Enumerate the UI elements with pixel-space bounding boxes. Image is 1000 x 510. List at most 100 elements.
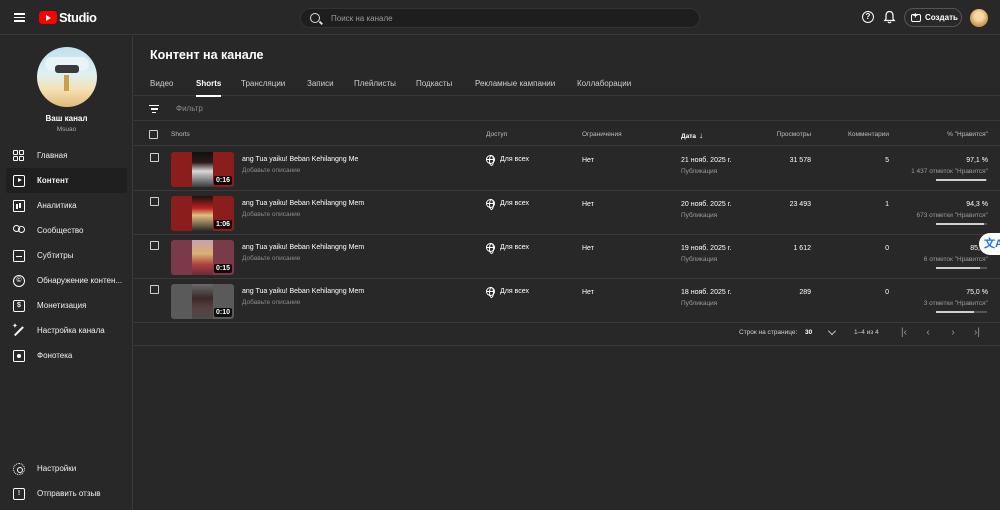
video-thumbnail[interactable]: 0:16 [171,152,234,187]
sidebar-item-analytics[interactable]: Аналитика [0,193,133,218]
visibility-label: Для всех [500,288,529,295]
rows-per-page-value[interactable]: 30 [805,329,812,336]
sidebar-item-subtitles[interactable]: Субтитры [0,243,133,268]
table-row[interactable]: 0:10 ang Tua yaiku! Beban Kehilangng Mem… [134,279,1000,323]
last-page-icon[interactable]: ›| [971,327,983,339]
search-bar[interactable] [300,8,700,28]
next-page-icon[interactable]: › [947,327,959,339]
sidebar-item-content-detection[interactable]: © Обнаружение контен... [0,268,133,293]
column-likes[interactable]: % "Нравится" [947,131,988,138]
account-avatar[interactable] [970,9,988,27]
likes-count: 673 отметки "Нравится" [916,212,988,219]
search-input[interactable] [331,12,691,24]
sidebar-item-label: Настройки [37,464,77,473]
publish-date: 20 нояб. 2025 г. [681,201,732,208]
menu-icon[interactable] [14,13,25,22]
comments-count: 0 [885,245,889,252]
sidebar-item-label: Сообщество [37,226,84,235]
channel-name[interactable]: Ваш канал [0,114,133,123]
table-row[interactable]: 0:15 ang Tua yaiku! Beban Kehilangng Mem… [134,235,1000,279]
channel-avatar[interactable] [37,47,97,107]
column-access[interactable]: Доступ [486,131,507,138]
video-title[interactable]: ang Tua yaiku! Beban Kehilangng Me [242,156,358,163]
logo-text: Studio [59,10,97,25]
feedback-icon: ! [13,487,25,500]
video-thumbnail[interactable]: 1:06 [171,196,234,231]
column-views[interactable]: Просмотры [777,131,811,138]
video-title[interactable]: ang Tua yaiku! Beban Kehilangng Mem [242,244,364,251]
visibility-selector[interactable]: Для всех [486,287,529,298]
visibility-label: Для всех [500,156,529,163]
filter-bar [134,97,1000,121]
sidebar-item-monetization[interactable]: $ Монетизация [0,293,133,318]
publish-date: 21 нояб. 2025 г. [681,157,732,164]
visibility-selector[interactable]: Для всех [486,155,529,166]
sidebar-item-label: Монетизация [37,301,87,310]
tab-playlists[interactable]: Плейлисты [354,79,396,88]
tab-shorts[interactable]: Shorts [196,79,222,97]
dashboard-icon [13,149,25,162]
column-date[interactable]: Дата ↓ [681,131,703,140]
sidebar-item-community[interactable]: Сообщество [0,218,133,243]
video-description: Добавьте описание [242,211,301,218]
table-row[interactable]: 1:06 ang Tua yaiku! Beban Kehilangng Mem… [134,191,1000,235]
visibility-selector[interactable]: Для всех [486,243,529,254]
video-thumbnail[interactable]: 0:10 [171,284,234,319]
channel-handle: Msuao [56,126,77,133]
translate-icon[interactable]: 文A [979,233,1000,255]
visibility-label: Для всех [500,200,529,207]
video-title[interactable]: ang Tua yaiku! Beban Kehilangng Mem [242,288,364,295]
sidebar-item-settings[interactable]: Настройки [0,456,133,481]
rows-per-page-label: Строк на странице: [739,329,798,336]
row-checkbox[interactable] [150,241,159,250]
sidebar-item-content[interactable]: Контент [6,168,127,193]
comments-count: 5 [885,157,889,164]
create-button[interactable]: Создать [904,8,962,27]
publish-status: Публикация [681,212,718,219]
filter-icon[interactable] [149,105,159,113]
tab-podcasts[interactable]: Подкасты [416,79,452,88]
row-checkbox[interactable] [150,197,159,206]
sidebar-item-dashboard[interactable]: Главная [0,143,133,168]
page-title: Контент на канале [150,48,264,62]
tab-videos[interactable]: Видео [150,79,173,88]
help-icon[interactable]: ? [862,11,874,23]
studio-logo[interactable]: Studio [39,10,97,25]
filter-input[interactable] [176,104,476,113]
video-thumbnail[interactable]: 0:15 [171,240,234,275]
column-restrictions[interactable]: Ограничения [582,131,622,138]
content-tabs: Видео Shorts Трансляции Записи Плейлисты… [134,72,1000,97]
row-checkbox[interactable] [150,285,159,294]
sidebar-item-audio-library[interactable]: Фонотека [0,343,133,368]
sidebar-item-customization[interactable]: Настройка канала [0,318,133,343]
tab-collaborations[interactable]: Коллаборации [577,79,631,88]
table-row[interactable]: 0:16 ang Tua yaiku! Beban Kehilangng Me … [134,147,1000,191]
sidebar-item-label: Отправить отзыв [37,489,101,498]
select-all-checkbox[interactable] [149,130,158,139]
visibility-selector[interactable]: Для всех [486,199,529,210]
bell-icon[interactable] [883,10,896,24]
first-page-icon[interactable]: |‹ [898,327,910,339]
search-icon[interactable] [310,13,320,23]
sidebar-item-label: Аналитика [37,201,77,210]
restrictions-value: Нет [582,289,594,296]
tab-ad-campaigns[interactable]: Рекламные кампании [475,79,555,88]
tab-recordings[interactable]: Записи [307,79,334,88]
pagination: Строк на странице: 30 1–4 из 4 |‹ ‹ › ›| [134,322,1000,346]
chevron-down-icon[interactable] [828,327,836,335]
likes-ratio-bar [936,223,987,225]
sidebar-item-feedback[interactable]: ! Отправить отзыв [0,481,133,506]
video-description: Добавьте описание [242,299,301,306]
row-checkbox[interactable] [150,153,159,162]
sidebar-item-label: Главная [37,151,68,160]
video-duration: 0:15 [213,264,232,273]
column-comments[interactable]: Комментарии [848,131,889,138]
likes-percent: 94,3 % [966,201,988,208]
prev-page-icon[interactable]: ‹ [922,327,934,339]
video-title[interactable]: ang Tua yaiku! Beban Kehilangng Mem [242,200,364,207]
subtitles-icon [13,249,25,262]
sidebar-item-label: Контент [37,176,69,185]
column-shorts: Shorts [171,131,190,138]
tab-live[interactable]: Трансляции [241,79,285,88]
comments-count: 0 [885,289,889,296]
